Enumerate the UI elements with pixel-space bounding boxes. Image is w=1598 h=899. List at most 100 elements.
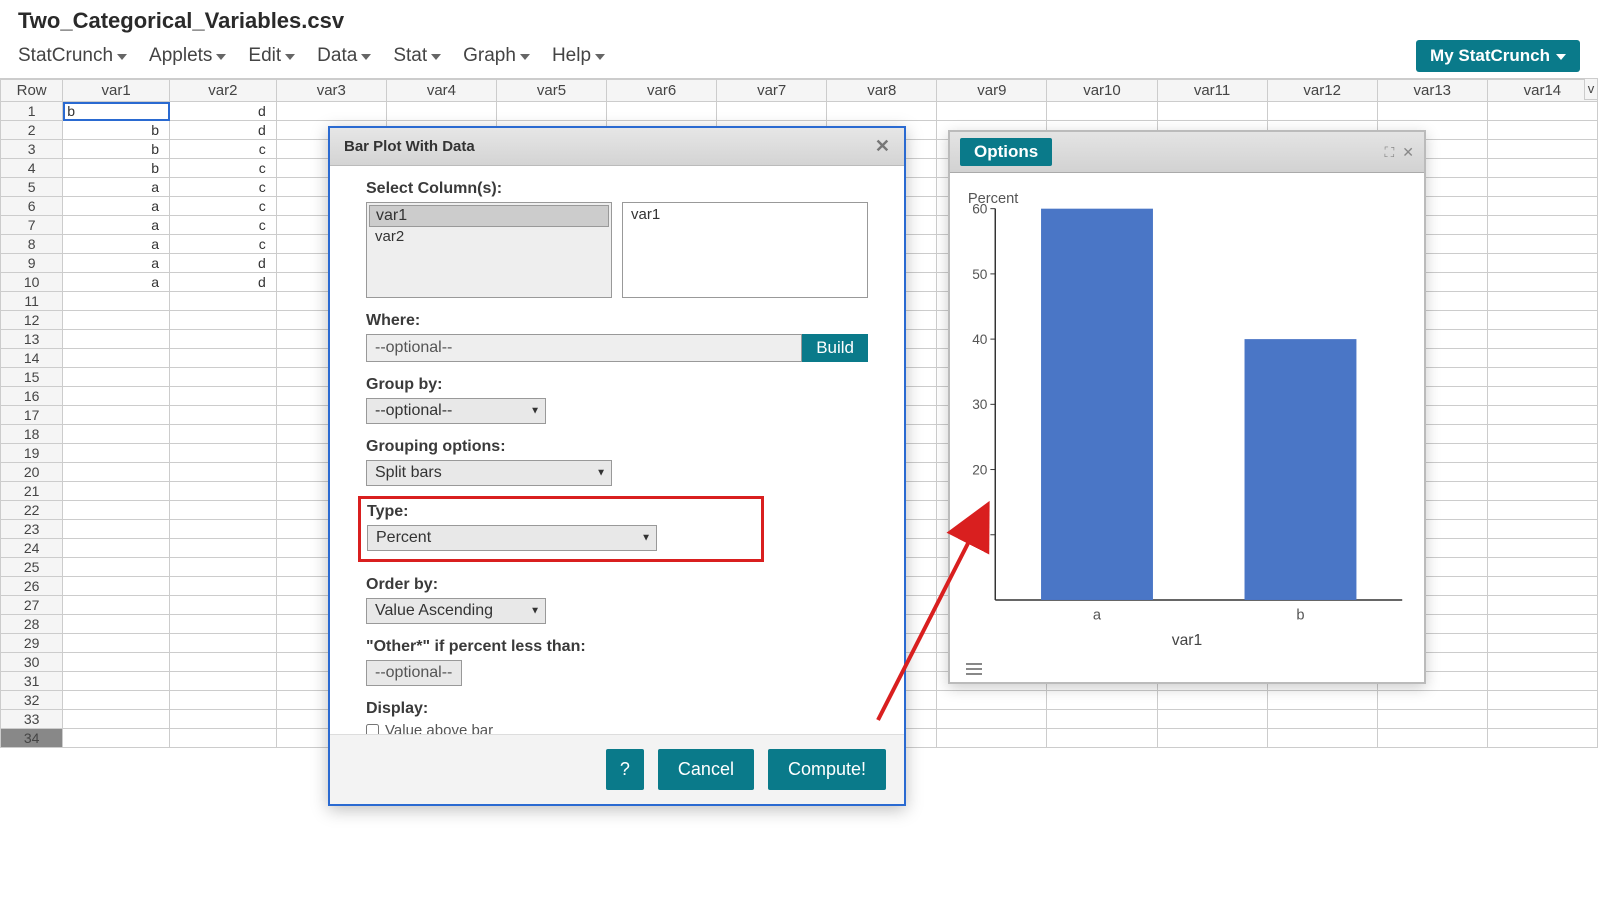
row-number[interactable]: 13 xyxy=(1,330,63,349)
cell[interactable] xyxy=(170,539,277,558)
row-number[interactable]: 11 xyxy=(1,292,63,311)
cell[interactable] xyxy=(937,729,1047,748)
list-item[interactable]: var1 xyxy=(625,205,865,224)
grouping-options-select[interactable]: Split bars xyxy=(366,460,612,486)
column-header[interactable]: var13 xyxy=(1377,80,1487,102)
cell[interactable] xyxy=(937,691,1047,710)
cell[interactable] xyxy=(63,558,170,577)
cell[interactable] xyxy=(1487,330,1597,349)
cell[interactable] xyxy=(1487,235,1597,254)
cell[interactable] xyxy=(63,729,170,748)
column-header[interactable]: var4 xyxy=(386,80,496,102)
cell[interactable]: d xyxy=(170,254,277,273)
menu-graph[interactable]: Graph xyxy=(463,45,530,67)
menu-data[interactable]: Data xyxy=(317,45,371,67)
cell[interactable]: a xyxy=(63,178,170,197)
column-header[interactable]: var5 xyxy=(496,80,606,102)
cell[interactable] xyxy=(170,311,277,330)
cell[interactable] xyxy=(63,406,170,425)
cell[interactable] xyxy=(1487,159,1597,178)
menu-help[interactable]: Help xyxy=(552,45,605,67)
cell[interactable]: a xyxy=(63,273,170,292)
cell[interactable] xyxy=(63,577,170,596)
orderby-select[interactable]: Value Ascending xyxy=(366,598,546,624)
cell[interactable] xyxy=(170,634,277,653)
column-header[interactable]: Row xyxy=(1,80,63,102)
cell[interactable] xyxy=(170,520,277,539)
row-number[interactable]: 33 xyxy=(1,710,63,729)
row-number[interactable]: 32 xyxy=(1,691,63,710)
cell[interactable] xyxy=(276,102,386,121)
cell[interactable] xyxy=(1487,140,1597,159)
cell[interactable] xyxy=(170,444,277,463)
cell[interactable] xyxy=(827,102,937,121)
cell[interactable]: b xyxy=(63,159,170,178)
my-statcrunch-button[interactable]: My StatCrunch xyxy=(1416,40,1580,72)
row-number[interactable]: 3 xyxy=(1,140,63,159)
cell[interactable] xyxy=(1267,710,1377,729)
cell[interactable] xyxy=(1047,729,1157,748)
where-input[interactable] xyxy=(366,334,802,362)
cell[interactable] xyxy=(170,349,277,368)
cell[interactable] xyxy=(1047,102,1157,121)
row-number[interactable]: 12 xyxy=(1,311,63,330)
cell[interactable]: c xyxy=(170,178,277,197)
cell[interactable] xyxy=(1047,710,1157,729)
cell[interactable] xyxy=(1267,102,1377,121)
row-number[interactable]: 17 xyxy=(1,406,63,425)
column-header[interactable]: var12 xyxy=(1267,80,1377,102)
cell[interactable] xyxy=(170,463,277,482)
row-number[interactable]: 28 xyxy=(1,615,63,634)
cell[interactable] xyxy=(170,406,277,425)
cancel-button[interactable]: Cancel xyxy=(658,749,754,790)
cell[interactable] xyxy=(170,387,277,406)
cell[interactable] xyxy=(1487,102,1597,121)
cell[interactable] xyxy=(1487,653,1597,672)
row-number[interactable]: 19 xyxy=(1,444,63,463)
cell[interactable]: d xyxy=(170,273,277,292)
row-number[interactable]: 21 xyxy=(1,482,63,501)
groupby-select[interactable]: --optional-- xyxy=(366,398,546,424)
cell[interactable] xyxy=(170,482,277,501)
cell[interactable] xyxy=(1487,691,1597,710)
row-number[interactable]: 10 xyxy=(1,273,63,292)
row-number[interactable]: 30 xyxy=(1,653,63,672)
cell[interactable] xyxy=(63,539,170,558)
cell[interactable]: a xyxy=(63,216,170,235)
column-header[interactable]: var8 xyxy=(827,80,937,102)
cell[interactable] xyxy=(1377,102,1487,121)
cell[interactable] xyxy=(1487,577,1597,596)
cell[interactable]: b xyxy=(63,140,170,159)
expand-icon[interactable]: ⛶ xyxy=(1384,144,1394,161)
cell[interactable] xyxy=(63,444,170,463)
cell[interactable]: b xyxy=(63,102,170,121)
column-header[interactable]: var3 xyxy=(276,80,386,102)
cell[interactable]: d xyxy=(170,102,277,121)
close-icon[interactable]: ✕ xyxy=(875,136,890,157)
cell[interactable] xyxy=(170,292,277,311)
cell[interactable] xyxy=(496,102,606,121)
cell[interactable] xyxy=(63,292,170,311)
row-number[interactable]: 27 xyxy=(1,596,63,615)
cell[interactable] xyxy=(937,710,1047,729)
cell[interactable] xyxy=(63,387,170,406)
dialog-titlebar[interactable]: Bar Plot With Data ✕ xyxy=(330,128,904,166)
chart-titlebar[interactable]: Options ⛶ ✕ xyxy=(950,132,1424,173)
close-icon[interactable]: ✕ xyxy=(1402,144,1414,161)
cell[interactable] xyxy=(1487,273,1597,292)
cell[interactable] xyxy=(63,672,170,691)
cell[interactable] xyxy=(63,463,170,482)
cell[interactable] xyxy=(170,710,277,729)
row-number[interactable]: 16 xyxy=(1,387,63,406)
available-columns-list[interactable]: var1 var2 xyxy=(366,202,612,298)
value-above-bar-checkbox[interactable] xyxy=(366,724,379,734)
list-item[interactable]: var2 xyxy=(369,227,609,246)
cell[interactable] xyxy=(170,729,277,748)
build-button[interactable]: Build xyxy=(802,334,868,362)
cell[interactable] xyxy=(1487,596,1597,615)
cell[interactable] xyxy=(170,368,277,387)
cell[interactable] xyxy=(1487,349,1597,368)
cell[interactable] xyxy=(170,577,277,596)
cell[interactable] xyxy=(1487,463,1597,482)
cell[interactable]: c xyxy=(170,216,277,235)
